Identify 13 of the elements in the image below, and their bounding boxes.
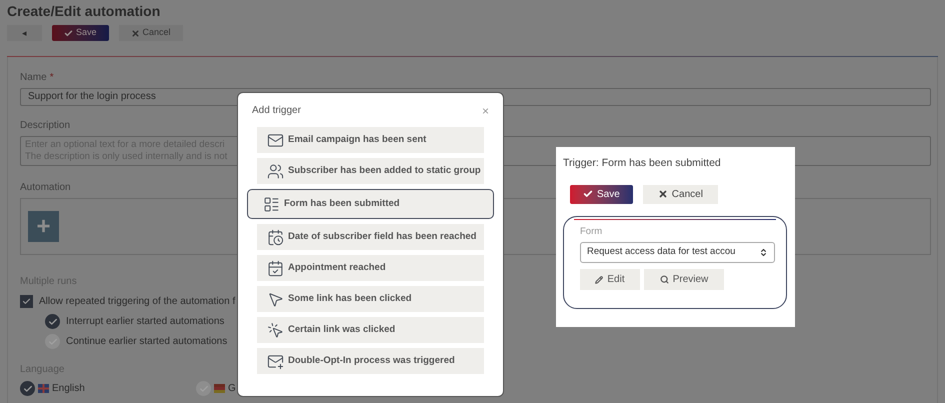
field-label: Automation xyxy=(20,181,71,195)
radio-label: Continue earlier started automations xyxy=(66,335,228,349)
language-label: G xyxy=(228,382,236,396)
field-label: Description xyxy=(20,119,70,133)
dialog-title: Add trigger xyxy=(252,104,301,118)
page-title: Create/Edit automation xyxy=(7,2,162,20)
language-label: English xyxy=(52,382,85,396)
checkbox-label: Allow repeated triggering of the automation f xyxy=(39,295,236,309)
field-label: Form xyxy=(580,224,602,239)
required-mark: * xyxy=(50,71,54,85)
field-label: Name xyxy=(20,71,47,85)
radio-label: Interrupt earlier started automations xyxy=(66,315,224,329)
panel-title: Trigger: Form has been submitted xyxy=(563,156,722,171)
